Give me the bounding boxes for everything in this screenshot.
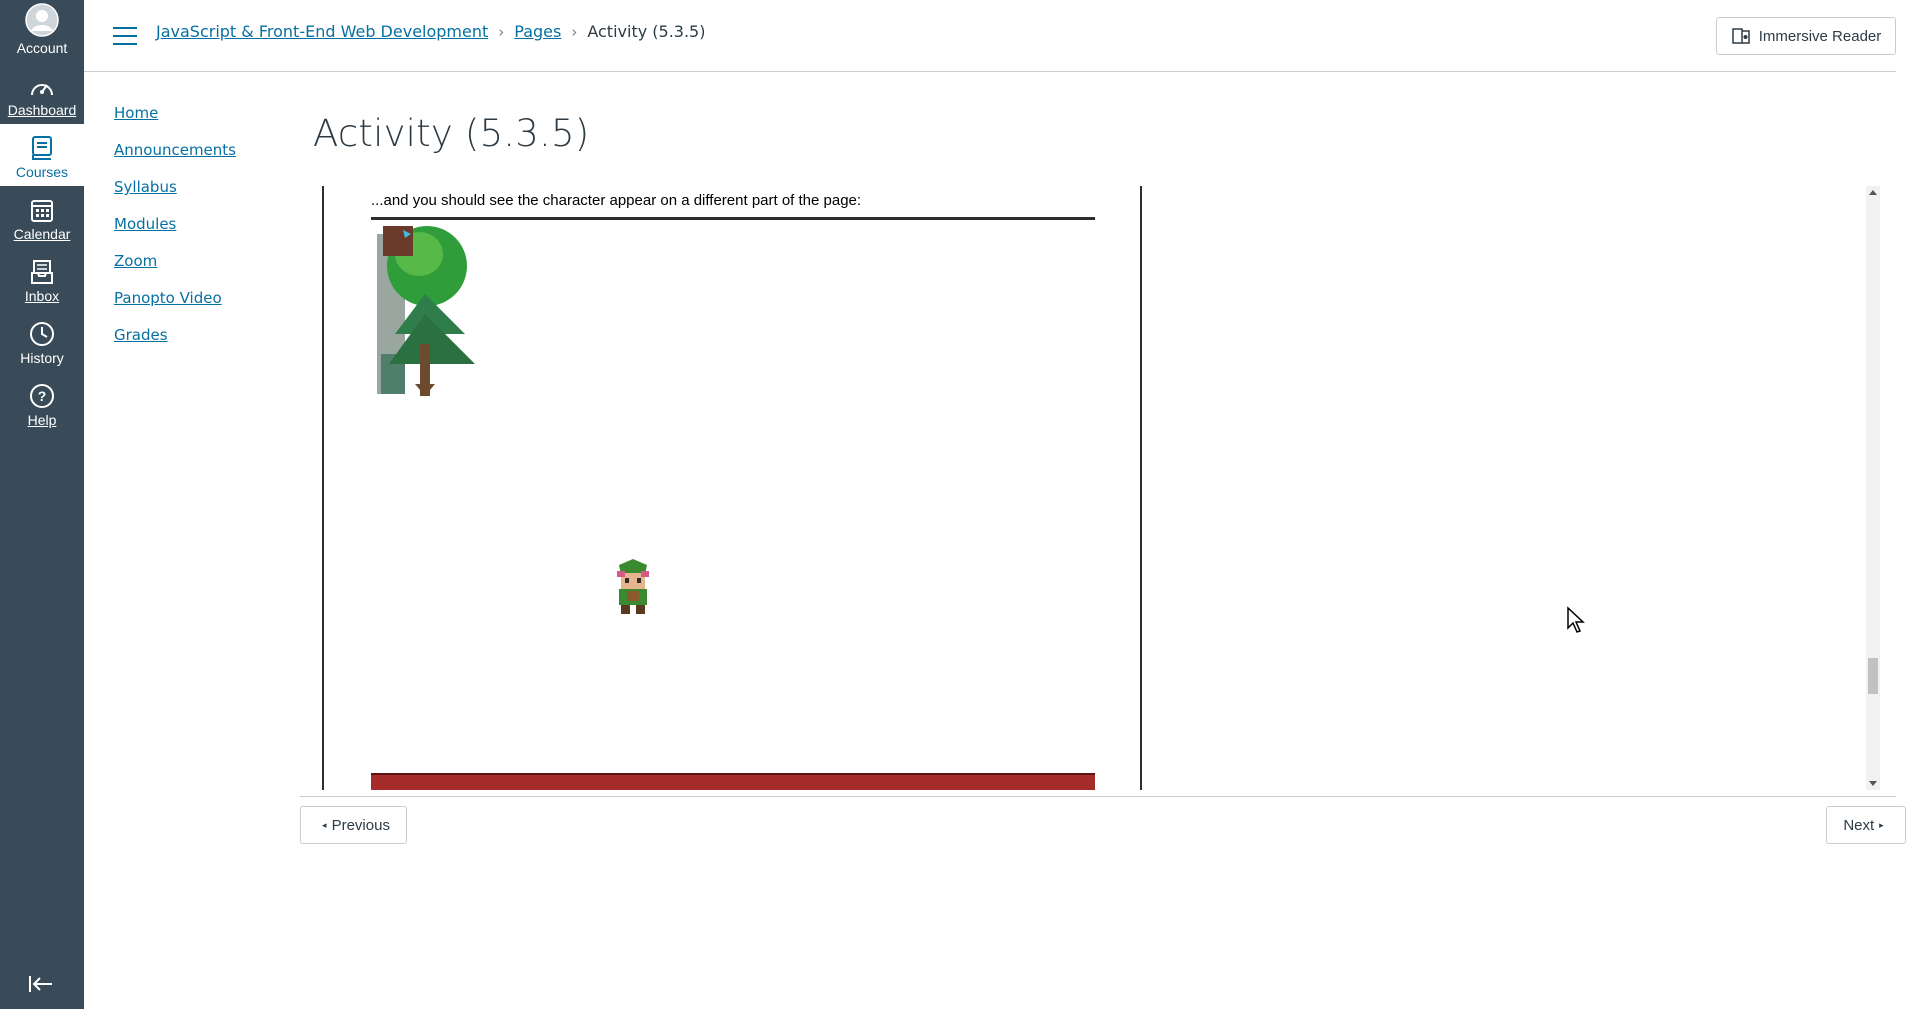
nav-calendar[interactable]: Calendar bbox=[0, 186, 84, 248]
calendar-icon bbox=[31, 200, 53, 222]
mouse-cursor-icon bbox=[1567, 606, 1585, 633]
nav-inbox-label: Inbox bbox=[24, 288, 60, 304]
content-frame: ...and you should see the character appe… bbox=[300, 186, 1880, 790]
course-nav-grades[interactable]: Grades bbox=[114, 322, 236, 359]
breadcrumb-course-link[interactable]: JavaScript & Front-End Web Development bbox=[156, 22, 488, 41]
course-nav-zoom[interactable]: Zoom bbox=[114, 248, 236, 285]
footer-divider bbox=[300, 796, 1896, 797]
nav-account[interactable]: Account bbox=[0, 0, 84, 62]
account-avatar-icon bbox=[25, 3, 59, 37]
breadcrumb-separator-icon: › bbox=[571, 22, 578, 41]
immersive-reader-icon bbox=[1731, 28, 1750, 44]
collapse-nav-button[interactable] bbox=[26, 972, 58, 996]
nav-help[interactable]: ? Help bbox=[0, 372, 84, 434]
previous-button[interactable]: ◂ Previous bbox=[300, 806, 407, 844]
global-nav: Account Dashboard Courses Calendar Inbox… bbox=[0, 0, 84, 1009]
course-nav-announcements[interactable]: Announcements bbox=[114, 137, 236, 174]
game-ground-bar bbox=[371, 773, 1095, 790]
collapse-arrow-icon bbox=[29, 976, 52, 992]
inbox-icon bbox=[31, 260, 53, 284]
nav-dashboard-label: Dashboard bbox=[7, 102, 77, 118]
next-button[interactable]: Next ▸ bbox=[1826, 806, 1906, 844]
breadcrumb-separator-icon: › bbox=[498, 22, 505, 41]
nav-help-label: Help bbox=[27, 412, 57, 428]
immersive-reader-label: Immersive Reader bbox=[1758, 27, 1882, 45]
svg-text:?: ? bbox=[38, 388, 47, 404]
game-area-top-border bbox=[371, 217, 1095, 220]
breadcrumb-current: Activity (5.3.5) bbox=[587, 22, 706, 41]
nav-inbox[interactable]: Inbox bbox=[0, 248, 84, 310]
courses-book-icon bbox=[32, 136, 52, 160]
breadcrumb: JavaScript & Front-End Web Development ›… bbox=[156, 22, 705, 41]
previous-arrow-icon: ◂ bbox=[322, 819, 327, 830]
course-nav-modules[interactable]: Modules bbox=[114, 211, 236, 248]
course-nav-panopto-video[interactable]: Panopto Video bbox=[114, 285, 236, 322]
nav-history-label: History bbox=[20, 350, 64, 366]
nav-courses-label: Courses bbox=[15, 164, 69, 180]
embed-right-border bbox=[1140, 186, 1142, 790]
next-label: Next bbox=[1843, 816, 1875, 834]
character-sprite-image bbox=[617, 559, 649, 614]
history-clock-icon bbox=[30, 322, 54, 346]
immersive-reader-button[interactable]: Immersive Reader bbox=[1716, 17, 1896, 55]
breadcrumb-pages-link[interactable]: Pages bbox=[514, 22, 561, 41]
nav-dashboard[interactable]: Dashboard bbox=[0, 62, 84, 124]
pixel-tree-image bbox=[377, 226, 475, 396]
scroll-up-arrow-icon[interactable] bbox=[1869, 190, 1877, 195]
scroll-down-arrow-icon[interactable] bbox=[1869, 781, 1877, 786]
next-arrow-icon: ▸ bbox=[1879, 819, 1884, 830]
nav-calendar-label: Calendar bbox=[13, 226, 71, 242]
page-title: Activity (5.3.5) bbox=[313, 112, 590, 155]
course-nav-home[interactable]: Home bbox=[114, 100, 236, 137]
nav-courses[interactable]: Courses bbox=[0, 124, 84, 186]
previous-label: Previous bbox=[331, 816, 390, 834]
dashboard-gauge-icon bbox=[31, 84, 53, 96]
nav-account-label: Account bbox=[16, 40, 68, 56]
course-nav-syllabus[interactable]: Syllabus bbox=[114, 174, 236, 211]
help-question-icon: ? bbox=[30, 384, 54, 408]
page-header: JavaScript & Front-End Web Development ›… bbox=[84, 0, 1896, 72]
hamburger-menu-button[interactable] bbox=[113, 27, 137, 47]
embed-left-border bbox=[322, 186, 324, 790]
course-nav: Home Announcements Syllabus Modules Zoom… bbox=[114, 100, 236, 359]
frame-scrollbar[interactable] bbox=[1866, 186, 1880, 790]
instruction-text: ...and you should see the character appe… bbox=[371, 192, 862, 209]
nav-history[interactable]: History bbox=[0, 310, 84, 372]
scrollbar-thumb[interactable] bbox=[1868, 658, 1878, 694]
